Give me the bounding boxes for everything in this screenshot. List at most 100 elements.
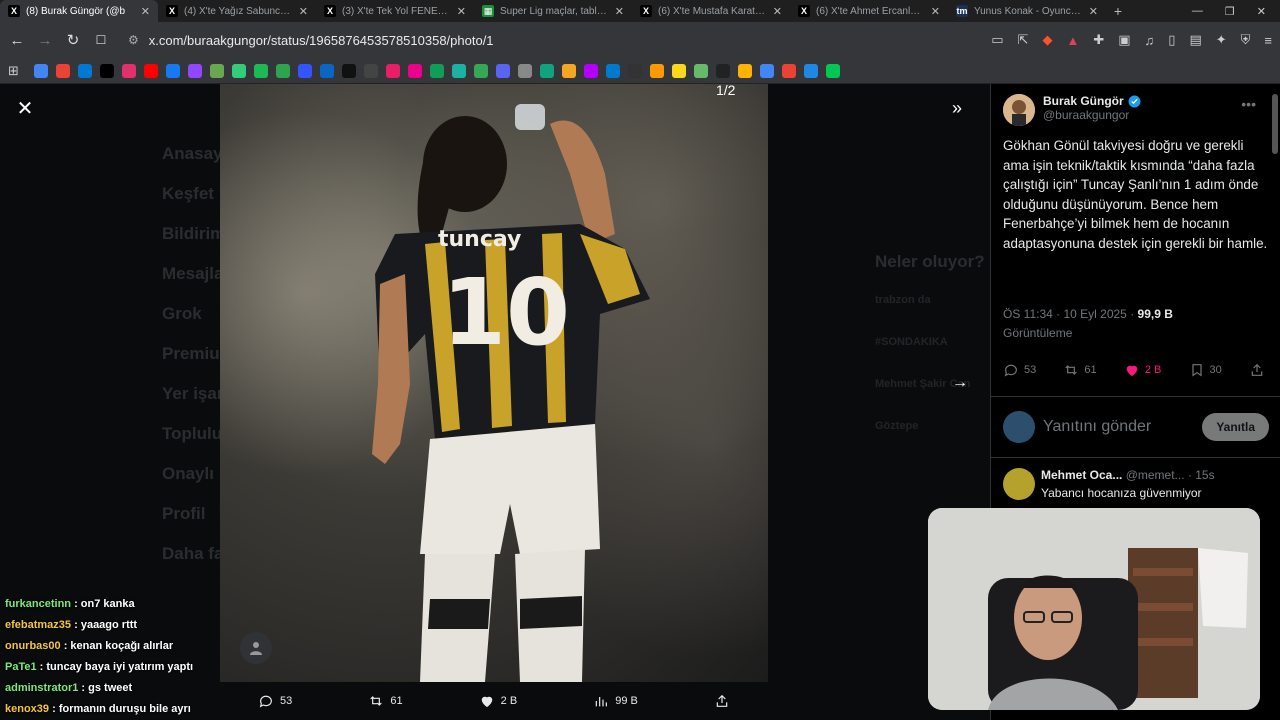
leo-icon[interactable]: ✦ (1216, 32, 1227, 48)
reply-author-avatar[interactable] (1003, 468, 1035, 500)
minimize-icon[interactable]: — (1192, 5, 1203, 18)
bookmark-favicon-icon[interactable] (408, 63, 422, 78)
close-icon[interactable]: ✕ (14, 98, 36, 120)
extensions-icon[interactable]: ✚ (1093, 32, 1104, 48)
bookmark-favicon-icon[interactable] (122, 63, 136, 78)
reply-author-handle[interactable]: @memet... (1126, 468, 1185, 482)
site-info-icon[interactable]: ⚙ (128, 33, 139, 47)
author-handle[interactable]: @buraakgungor (1043, 108, 1141, 122)
screenshot-icon[interactable]: ▣ (1118, 32, 1130, 48)
bookmark-favicon-icon[interactable] (276, 63, 290, 78)
bookmark-favicon-icon[interactable] (760, 63, 774, 78)
bookmark-favicon-icon[interactable] (650, 63, 664, 78)
bookmark-favicon-icon[interactable] (232, 63, 246, 78)
share-button[interactable] (1249, 362, 1265, 378)
tweet-author[interactable]: Burak Güngör @buraakgungor (1003, 94, 1141, 126)
reply-button[interactable]: 53 (1003, 362, 1036, 378)
photo-like-button[interactable]: 2 B (479, 693, 517, 709)
bookmark-favicon-icon[interactable] (606, 63, 620, 78)
photo-repost-button[interactable]: 61 (368, 693, 403, 709)
bookmark-favicon-icon[interactable] (496, 63, 510, 78)
close-tab-icon[interactable]: ✕ (141, 5, 150, 18)
bookmark-favicon-icon[interactable] (694, 63, 708, 78)
bookmark-favicon-icon[interactable] (144, 63, 158, 78)
bookmark-favicon-icon[interactable] (716, 63, 730, 78)
address-bar[interactable]: ⚙ x.com/buraakgungor/status/196587645357… (120, 27, 981, 53)
cast-icon[interactable]: ▭ (991, 32, 1003, 48)
rewards-icon[interactable]: ▲ (1066, 33, 1079, 48)
bookmark-favicon-icon[interactable] (584, 63, 598, 78)
bookmark-favicon-icon[interactable] (804, 63, 818, 78)
vpn-icon[interactable]: ⛨ (1241, 32, 1251, 48)
collapse-sidebar-icon[interactable]: » (952, 98, 962, 119)
bookmark-favicon-icon[interactable] (628, 63, 642, 78)
tweet-time[interactable]: ÖS 11:34 · 10 Eyl 2025 · (1003, 307, 1138, 321)
bookmark-favicon-icon[interactable] (56, 63, 70, 78)
sidebar-icon[interactable]: ▯ (1168, 32, 1175, 48)
close-tab-icon[interactable]: ✕ (1089, 5, 1098, 18)
new-tab-button[interactable]: + (1106, 3, 1130, 19)
close-tab-icon[interactable]: ✕ (615, 5, 624, 18)
reply-tweet[interactable]: Mehmet Oca... @memet... · 15s Yabancı ho… (1003, 468, 1269, 500)
bookmark-favicon-icon[interactable] (474, 63, 488, 78)
wallet-icon[interactable]: ▤ (1189, 32, 1201, 48)
browser-tab[interactable]: X (8) Burak Güngör (@b ✕ (0, 0, 158, 22)
bookmark-favicon-icon[interactable] (188, 63, 202, 78)
forward-arrow-icon[interactable]: → (36, 32, 54, 49)
close-tab-icon[interactable]: ✕ (299, 5, 308, 18)
window-close-icon[interactable]: ✕ (1257, 5, 1266, 18)
bookmark-favicon-icon[interactable] (100, 63, 114, 78)
bookmark-favicon-icon[interactable] (342, 63, 356, 78)
sidebar-scrollbar[interactable] (1272, 94, 1278, 154)
reply-input[interactable]: Yanıtını gönder (1043, 418, 1194, 436)
bookmark-favicon-icon[interactable] (386, 63, 400, 78)
browser-tab[interactable]: X (6) X'te Ahmet Ercanlar: " ✕ (790, 0, 948, 22)
like-button[interactable]: 2 B (1124, 362, 1161, 378)
photo-share-button[interactable] (714, 693, 730, 709)
more-options-icon[interactable]: ••• (1241, 96, 1256, 112)
bookmark-favicon-icon[interactable] (540, 63, 554, 78)
back-arrow-icon[interactable]: ← (8, 32, 26, 49)
bookmark-favicon-icon[interactable] (738, 63, 752, 78)
photo-reply-button[interactable]: 53 (258, 693, 292, 709)
browser-tab[interactable]: X (4) X'te Yağız Sabuncuoğl ✕ (158, 0, 316, 22)
maximize-icon[interactable]: ❐ (1225, 5, 1235, 18)
bookmark-favicon-icon[interactable] (254, 63, 268, 78)
bookmark-favicon-icon[interactable] (34, 63, 48, 78)
bookmark-favicon-icon[interactable] (782, 63, 796, 78)
bookmark-favicon-icon[interactable] (210, 63, 224, 78)
bookmark-favicon-icon[interactable] (452, 63, 466, 78)
brave-shield-icon[interactable]: ◆ (1042, 32, 1052, 48)
bookmark-favicon-icon[interactable] (672, 63, 686, 78)
share-icon[interactable]: ⇱ (1018, 32, 1029, 48)
next-photo-arrow-icon[interactable]: → (952, 374, 968, 392)
bookmark-favicon-icon[interactable] (78, 63, 92, 78)
bookmark-favicon-icon[interactable] (298, 63, 312, 78)
media-icon[interactable]: ♫ (1145, 33, 1155, 48)
close-tab-icon[interactable]: ✕ (931, 5, 940, 18)
browser-tab[interactable]: ▦ Super Lig maçlar, tablolar ✕ (474, 0, 632, 22)
bookmark-favicon-icon[interactable] (826, 63, 840, 78)
browser-tab[interactable]: X (6) X'te Mustafa Karataş: " ✕ (632, 0, 790, 22)
menu-icon[interactable]: ≡ (1264, 33, 1272, 48)
bookmark-favicon-icon[interactable] (166, 63, 180, 78)
reply-author-name[interactable]: Mehmet Oca... (1041, 468, 1122, 482)
reply-submit-button[interactable]: Yanıtla (1202, 413, 1269, 441)
close-tab-icon[interactable]: ✕ (457, 5, 466, 18)
bookmark-favicon-icon[interactable] (320, 63, 334, 78)
author-avatar[interactable] (1003, 94, 1035, 126)
bookmark-favicon-icon[interactable] (364, 63, 378, 78)
bookmark-icon[interactable]: ☐ (92, 33, 110, 47)
repost-button[interactable]: 61 (1063, 362, 1097, 378)
bookmark-favicon-icon[interactable] (430, 63, 444, 78)
reload-icon[interactable]: ↻ (64, 31, 82, 49)
apps-grid-icon[interactable]: ⊞ (8, 63, 26, 79)
author-name[interactable]: Burak Güngör (1043, 94, 1141, 108)
close-tab-icon[interactable]: ✕ (773, 5, 782, 18)
bookmark-button[interactable]: 30 (1189, 362, 1222, 378)
browser-tab[interactable]: X (3) X'te Tek Yol FENER: "* ✕ (316, 0, 474, 22)
browser-tab[interactable]: tm Yunus Konak - Oyuncu p ✕ (948, 0, 1106, 22)
photo-views-button[interactable]: 99 B (593, 693, 638, 709)
bookmark-favicon-icon[interactable] (562, 63, 576, 78)
bookmark-favicon-icon[interactable] (518, 63, 532, 78)
